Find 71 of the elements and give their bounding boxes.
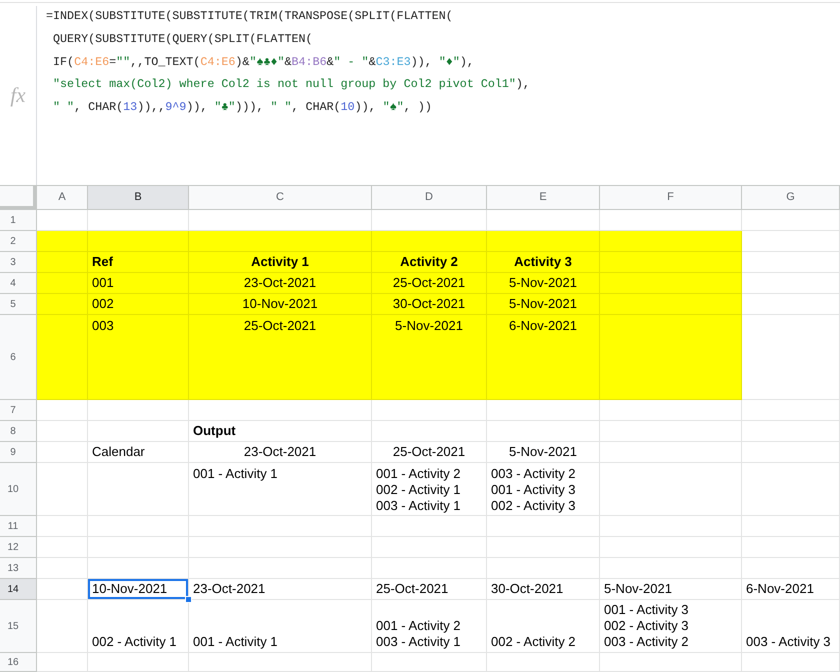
table-cell: 30-Oct-2021 [487,579,600,600]
row-header[interactable]: 7 [0,400,37,421]
table-cell: 23-Oct-2021 [189,273,372,294]
table-cell: 003 [88,315,189,400]
table-cell: 23-Oct-2021 [189,579,372,600]
table-cell: Activity 1 [189,252,372,273]
table-cell [37,653,88,672]
table-cell [37,516,88,537]
table-cell: Calendar [88,442,189,463]
table-cell: Activity 2 [372,252,487,273]
column-header[interactable]: D [372,185,487,210]
table-cell: 6-Nov-2021 [742,579,840,600]
table-cell: 001 - Activity 1 [189,600,372,653]
column-header[interactable]: G [742,185,840,210]
table-cell [37,600,88,653]
table-cell [37,537,88,558]
table-cell [37,400,88,421]
table-cell: 5-Nov-2021 [487,442,600,463]
row-header[interactable]: 6 [0,315,37,400]
table-cell: 002 [88,294,189,315]
row-header[interactable]: 10 [0,463,37,516]
table-cell: 001 [88,273,189,294]
table-cell: 25-Oct-2021 [189,315,372,400]
fill-handle[interactable] [185,596,192,603]
column-header[interactable]: F [600,185,742,210]
column-header[interactable]: A [37,185,88,210]
table-cell: Output [189,421,372,442]
row-header[interactable]: 1 [0,210,37,231]
row-header[interactable]: 16 [0,653,37,672]
table-cell: 001 - Activity 2 003 - Activity 1 [372,600,487,653]
row-header[interactable]: 15 [0,600,37,653]
table-cell: 30-Oct-2021 [372,294,487,315]
row-header[interactable]: 5 [0,294,37,315]
table-cell: 001 - Activity 2 002 - Activity 1 003 - Activity 1 [372,463,487,516]
table-cell: 6-Nov-2021 [487,315,600,400]
row-header[interactable]: 9 [0,442,37,463]
row-header[interactable]: 8 [0,421,37,442]
table-cell: 001 - Activity 1 [189,463,372,516]
table-cell [37,558,88,579]
table-cell [37,442,88,463]
table-cell: 5-Nov-2021 [372,315,487,400]
table-cell: 23-Oct-2021 [189,442,372,463]
formula-field[interactable]: =INDEX(SUBSTITUTE(SUBSTITUTE(TRIM(TRANSPOSE(SPLIT(FLATTEN( QUERY(SUBSTITUTE(QUERY(SPLIT(FLATTEN( IF(C4:E6="",,TO_TEXT(C4:E6)&"♠♣♦"&B4:B6&" - "&C3:E3)), "♦"), "select max(Col2) where Col2 is not null group by Col2 pivot Col1"), " ", CHAR(13)),,9^9)), "♣"))), " ", CHAR(10)), "♠", )) [37,3,840,185]
column-header[interactable]: E [487,185,600,210]
fx-label: fx [10,85,26,106]
row-header[interactable]: 4 [0,273,37,294]
table-cell: Ref [88,252,189,273]
table-cell: 5-Nov-2021 [487,294,600,315]
table-cell: 25-Oct-2021 [372,273,487,294]
row-header[interactable]: 12 [0,537,37,558]
table-cell [37,421,88,442]
table-cell: 10-Nov-2021 [189,294,372,315]
table-cell: 003 - Activity 3 [742,600,840,653]
table-cell: 10-Nov-2021 [88,579,189,600]
column-header[interactable]: B [88,185,189,210]
table-cell: Activity 3 [487,252,600,273]
table-cell: 003 - Activity 2 001 - Activity 3 002 - Activity 3 [487,463,600,516]
row-header[interactable]: 13 [0,558,37,579]
table-cell: 25-Oct-2021 [372,442,487,463]
row-header[interactable]: 14 [0,579,37,600]
row-header[interactable]: 3 [0,252,37,273]
column-header[interactable]: C [189,185,372,210]
table-cell: 25-Oct-2021 [372,579,487,600]
table-cell: 001 - Activity 3 002 - Activity 3 003 - Activity 2 [600,600,742,653]
table-cell [37,463,88,516]
table-cell: 002 - Activity 2 [487,600,600,653]
table-cell: 5-Nov-2021 [600,579,742,600]
table-cell [37,579,88,600]
row-header[interactable]: 11 [0,516,37,537]
row-header[interactable]: 2 [0,231,37,252]
table-cell: 5-Nov-2021 [487,273,600,294]
